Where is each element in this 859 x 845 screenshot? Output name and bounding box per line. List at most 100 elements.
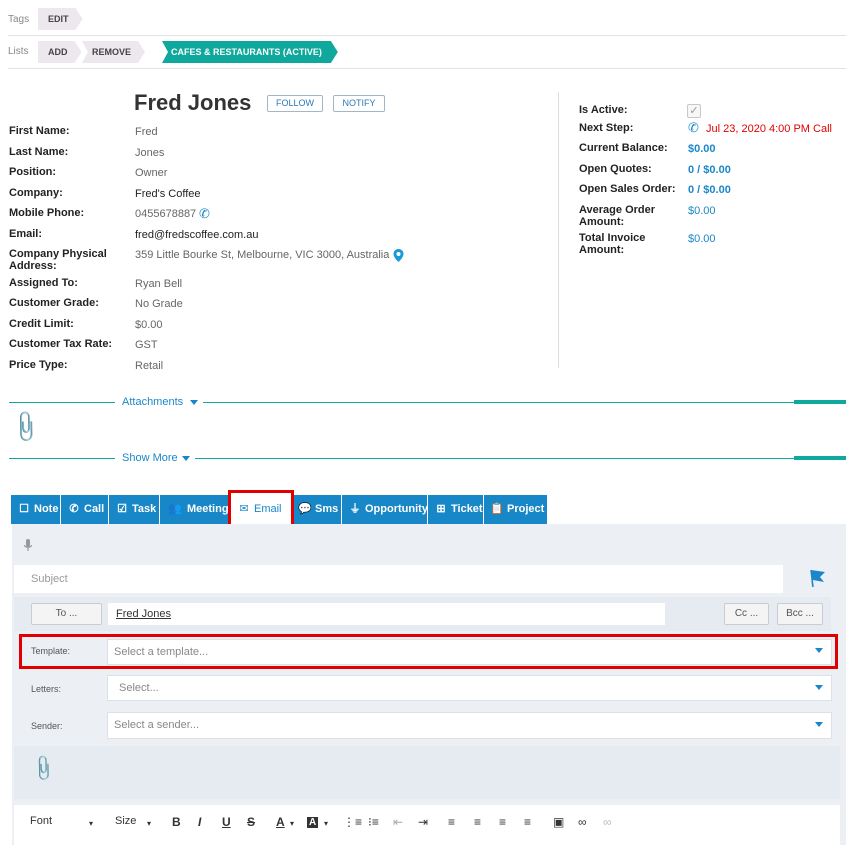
tab-label: Call [84,503,105,515]
to-button[interactable]: To ... [31,603,102,625]
email-value[interactable]: fred@fredscoffee.com.au [135,229,258,241]
tab-task[interactable]: ☑ Task [109,495,159,524]
italic-button[interactable]: I [198,815,201,829]
first-name-label: First Name: [9,125,70,137]
tab-opportunity[interactable]: ⏚ Opportunity [342,495,428,524]
phone-icon[interactable]: ✆ [199,206,210,222]
task-icon: ☑ [117,503,127,515]
to-recipient[interactable]: Fred Jones [108,603,665,625]
remove-list-button[interactable]: REMOVE [82,41,145,63]
ticket-icon: ⊞ [436,503,446,515]
chevron-down-icon[interactable]: ▾ [290,819,294,828]
section-line-accent [794,400,846,404]
tab-label: Project [507,503,545,515]
tax-rate-label: Customer Tax Rate: [9,338,113,350]
credit-limit-value: $0.00 [135,319,163,331]
active-list-chip[interactable]: CAFES & RESTAURANTS (ACTIVE) [162,41,338,63]
edit-tags-button[interactable]: EDIT [38,8,83,30]
follow-button[interactable]: FOLLOW [267,95,323,112]
font-color-button[interactable]: A [276,815,285,829]
attachment-area [14,746,840,799]
bullet-list-icon[interactable]: ⁝≡ [368,815,379,829]
tab-meeting[interactable]: 👥 Meeting [160,495,230,524]
tab-label: Note [34,503,59,515]
subject-input[interactable]: Subject [14,565,783,593]
next-step-value[interactable]: Jul 23, 2020 4:00 PM Call [706,123,832,135]
avg-order-value: $0.00 [688,205,716,217]
last-name-value: Jones [135,147,165,159]
attachments-toggle[interactable]: Attachments [122,396,183,408]
note-icon: ☐ [19,503,29,515]
chevron-down-icon[interactable] [815,685,823,690]
column-divider [558,92,559,368]
chevron-down-icon[interactable]: ▾ [89,819,93,828]
cc-button[interactable]: Cc ... [724,603,769,625]
outdent-icon[interactable]: ⇤ [393,815,403,829]
open-quotes-label: Open Quotes: [579,163,652,175]
sms-icon: 💬 [298,503,312,515]
chevron-down-icon[interactable]: ▾ [324,819,328,828]
ordered-list-icon[interactable]: ⋮≡ [343,815,362,829]
section-line [203,402,846,403]
total-invoice-value: $0.00 [688,233,716,245]
tab-label: Sms [315,503,339,515]
open-sales-order-label: Open Sales Order: [579,183,676,195]
sender-label: Sender: [31,721,63,731]
underline-button[interactable]: U [222,815,231,829]
size-dropdown[interactable]: Size [115,815,136,827]
is-active-checkbox[interactable]: ✓ [687,104,701,118]
flag-icon[interactable] [809,568,827,588]
map-pin-icon[interactable] [392,248,405,263]
section-line [9,402,115,403]
position-label: Position: [9,166,57,178]
tags-label: Tags [8,14,30,25]
divider [8,35,846,36]
sender-select[interactable]: Select a sender... [107,712,832,739]
bcc-button[interactable]: Bcc ... [777,603,823,625]
tab-ticket[interactable]: ⊞ Ticket [428,495,483,524]
tax-rate-value: GST [135,339,158,351]
tab-note[interactable]: ☐ Note [11,495,60,524]
price-type-value: Retail [135,360,164,372]
chevron-down-icon[interactable] [190,400,198,405]
section-line [195,458,846,459]
indent-icon[interactable]: ⇥ [418,815,428,829]
unlink-icon[interactable]: ∞ [603,815,612,829]
align-left-icon[interactable]: ≡ [448,815,455,829]
microphone-icon[interactable] [23,538,33,553]
chevron-down-icon[interactable]: ▾ [147,819,151,828]
tab-call[interactable]: ✆ Call [61,495,108,524]
customer-grade-label: Customer Grade: [9,297,99,309]
image-icon[interactable]: ▣ [553,815,564,829]
address-value: 359 Little Bourke St, Melbourne, VIC 300… [135,249,390,261]
paperclip-icon[interactable]: 📎 [7,408,45,446]
align-right-icon[interactable]: ≡ [499,815,506,829]
letters-select[interactable]: Select... [107,675,832,701]
align-center-icon[interactable]: ≡ [474,815,481,829]
email-label: Email: [9,228,43,240]
tab-project[interactable]: 📋 Project [484,495,547,524]
last-name-label: Last Name: [9,146,69,158]
chevron-down-icon[interactable] [182,456,190,461]
price-type-label: Price Type: [9,359,68,371]
font-dropdown[interactable]: Font [30,815,52,827]
bold-button[interactable]: B [172,815,181,829]
strikethrough-button[interactable]: S [247,815,255,829]
next-step-label: Next Step: [579,122,634,134]
tab-sms[interactable]: 💬 Sms [292,495,341,524]
total-invoice-label: Total Invoice Amount: [579,232,646,256]
chevron-down-icon[interactable] [815,722,823,727]
notify-button[interactable]: NOTIFY [333,95,385,112]
align-justify-icon[interactable]: ≡ [524,815,531,829]
filter-icon: ⏚ [349,503,361,515]
open-quotes-value[interactable]: 0 / $0.00 [688,164,731,176]
current-balance-label: Current Balance: [579,142,668,154]
link-icon[interactable]: ∞ [578,815,587,829]
company-value: Fred's Coffee [135,188,201,200]
phone-icon: ✆ [69,503,79,515]
highlight-color-button[interactable]: A [307,817,319,828]
add-list-button[interactable]: ADD [38,41,82,63]
customer-grade-value: No Grade [135,298,183,310]
open-sales-order-value[interactable]: 0 / $0.00 [688,184,731,196]
show-more-toggle[interactable]: Show More [122,452,178,464]
